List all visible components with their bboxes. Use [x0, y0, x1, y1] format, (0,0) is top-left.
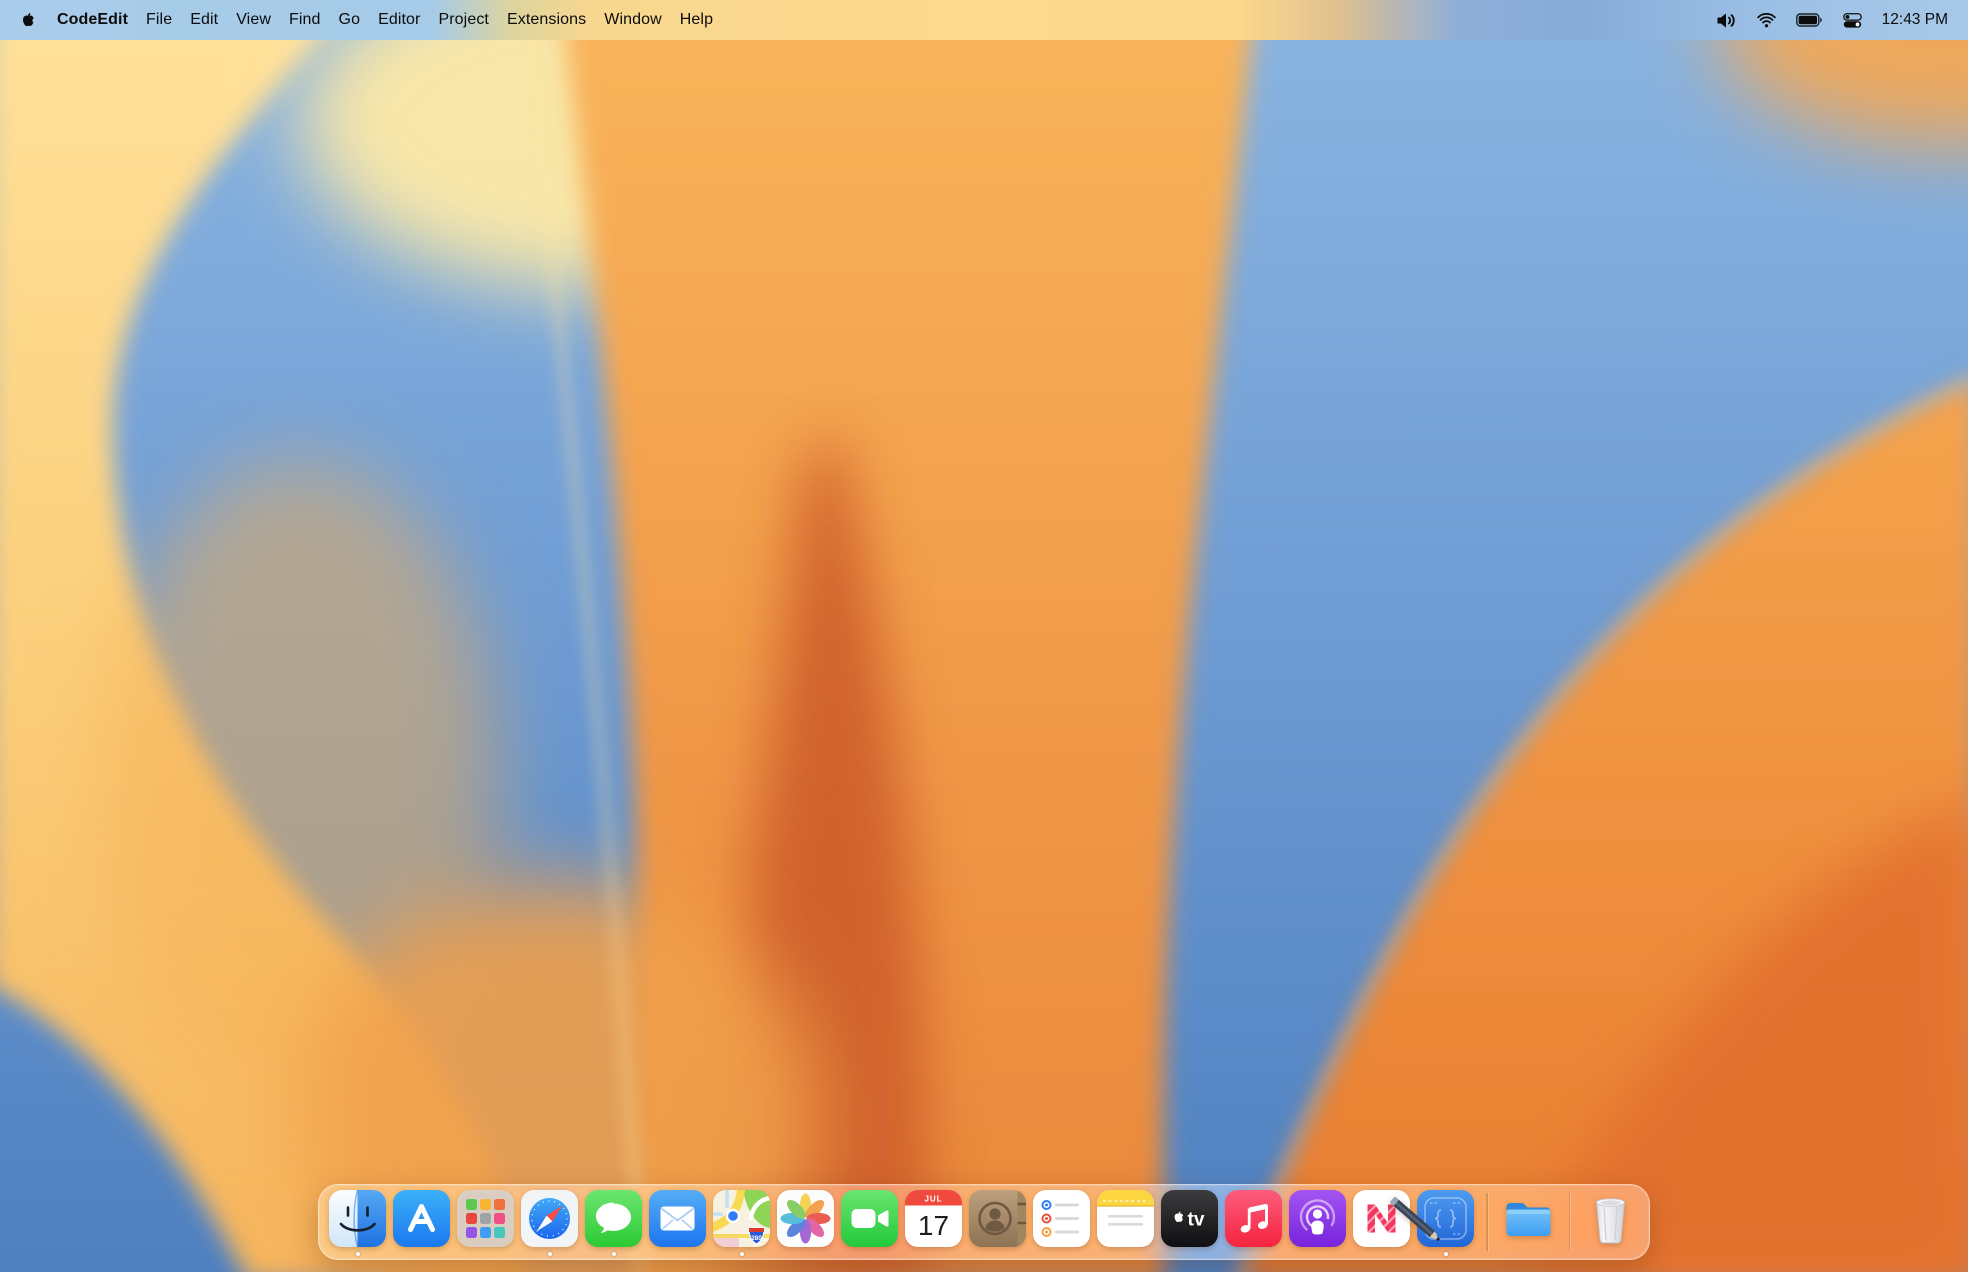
menu-project[interactable]: Project: [429, 11, 498, 29]
dock-item-calendar[interactable]: JUL 17: [905, 1190, 962, 1247]
dock-item-codeedit[interactable]: [1417, 1190, 1474, 1247]
menu-view[interactable]: View: [227, 11, 280, 29]
battery-icon[interactable]: [1796, 13, 1823, 27]
dock-separator: [1569, 1193, 1571, 1251]
running-indicator: [356, 1252, 361, 1257]
dock-item-news[interactable]: [1353, 1190, 1410, 1247]
dock-separator: [1486, 1193, 1488, 1251]
wifi-icon[interactable]: [1757, 13, 1776, 28]
menu-extensions[interactable]: Extensions: [498, 11, 595, 29]
dock-item-launchpad[interactable]: [457, 1190, 514, 1247]
menu-file[interactable]: File: [137, 11, 181, 29]
dock-item-mail[interactable]: [649, 1190, 706, 1247]
menu-app-name[interactable]: CodeEdit: [48, 11, 137, 29]
dock-item-safari[interactable]: [521, 1190, 578, 1247]
running-indicator: [1444, 1252, 1449, 1257]
calendar-day: 17: [918, 1210, 949, 1241]
dock-item-music[interactable]: [1225, 1190, 1282, 1247]
menu-status-area: 12:43 PM: [1716, 11, 1968, 29]
dock-item-trash[interactable]: [1582, 1190, 1639, 1247]
dock: 280: [318, 1184, 1650, 1260]
tv-logo-text: tv: [1188, 1210, 1205, 1231]
menu-go[interactable]: Go: [330, 11, 370, 29]
menu-find[interactable]: Find: [280, 11, 330, 29]
dock-item-maps[interactable]: 280: [713, 1190, 770, 1247]
dock-item-notes[interactable]: [1097, 1190, 1154, 1247]
desktop-wallpaper: [0, 0, 1968, 1272]
dock-item-contacts[interactable]: [969, 1190, 1026, 1247]
dock-item-facetime[interactable]: [841, 1190, 898, 1247]
menu-editor[interactable]: Editor: [369, 11, 429, 29]
dock-item-tv[interactable]: tv: [1161, 1190, 1218, 1247]
menu-window[interactable]: Window: [595, 11, 671, 29]
running-indicator: [612, 1252, 617, 1257]
menu-clock[interactable]: 12:43 PM: [1882, 11, 1948, 29]
menu-edit[interactable]: Edit: [181, 11, 227, 29]
control-center-icon[interactable]: [1843, 13, 1862, 28]
dock-item-app-store[interactable]: [393, 1190, 450, 1247]
interstate-shield: 280: [749, 1228, 764, 1244]
apple-menu-icon[interactable]: [21, 11, 36, 29]
running-indicator: [548, 1252, 553, 1257]
menu-help[interactable]: Help: [671, 11, 722, 29]
running-indicator: [740, 1252, 745, 1257]
dock-item-downloads-folder[interactable]: [1500, 1190, 1557, 1247]
dock-item-podcasts[interactable]: [1289, 1190, 1346, 1247]
shield-number: 280: [751, 1235, 762, 1242]
dock-item-messages[interactable]: [585, 1190, 642, 1247]
menu-bar: CodeEdit File Edit View Find Go Editor P…: [0, 0, 1968, 40]
calendar-month: JUL: [924, 1195, 942, 1204]
volume-icon[interactable]: [1716, 12, 1737, 29]
dock-item-finder[interactable]: [329, 1190, 386, 1247]
dock-item-reminders[interactable]: [1033, 1190, 1090, 1247]
dock-item-photos[interactable]: [777, 1190, 834, 1247]
desktop: CodeEdit File Edit View Find Go Editor P…: [0, 0, 1968, 1272]
